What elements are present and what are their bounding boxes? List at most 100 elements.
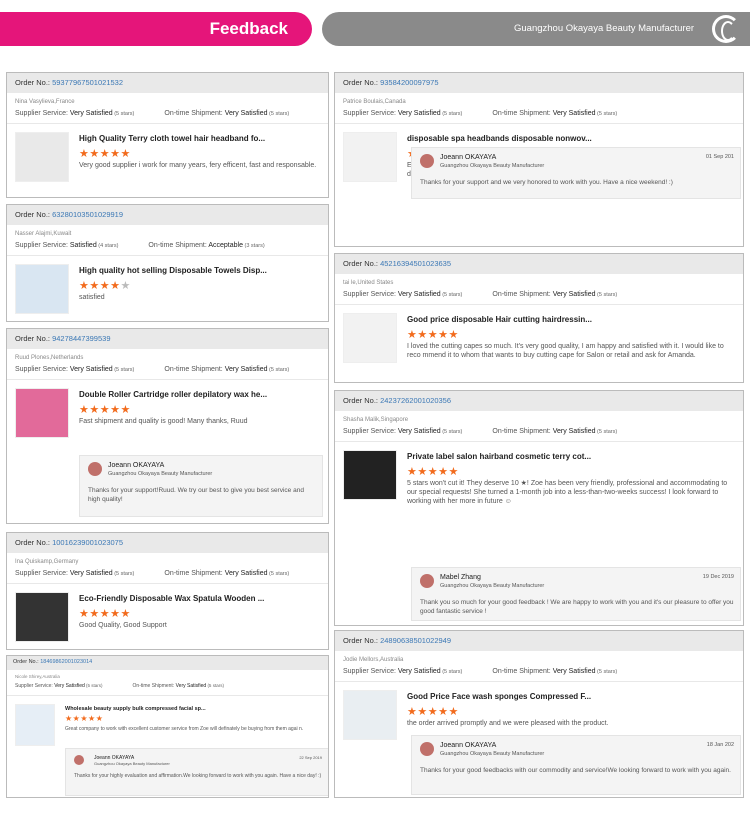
shipment-stars: (5 stars) (267, 367, 290, 373)
star-icon: ★ (88, 714, 96, 723)
product-title-link[interactable]: disposable spa headbands disposable nonw… (407, 134, 592, 143)
product-row: Eco-Friendly Disposable Wax Spatula Wood… (7, 584, 328, 648)
customer-location: tai le,United States (343, 280, 394, 286)
rating-stars: ★★★★★ (79, 403, 131, 416)
product-thumbnail[interactable] (15, 388, 69, 438)
shipment-stars: (5 stars) (595, 669, 618, 675)
shipment-stars: (5 stars) (595, 292, 618, 298)
supplier-label: Supplier Service: (15, 242, 70, 249)
order-number-link[interactable]: 59377967501021532 (52, 78, 123, 87)
service-ratings: Supplier Service: Very Satisfied (5 star… (7, 105, 328, 117)
avatar (420, 742, 434, 756)
star-icon: ★ (110, 280, 121, 292)
reply-author: Joeann OKAYAYA (108, 462, 165, 469)
order-header: Order No.: 18469862001023014 (7, 656, 328, 670)
supplier-rating: Very Satisfied (54, 683, 85, 689)
reply-company: Guangzhou Okayaya Beauty Manufacturer (440, 583, 545, 589)
review-text: 5 stars won't cut it! They deserve 10 ★!… (407, 480, 728, 505)
shipment-rating: Very Satisfied (224, 570, 268, 577)
product-title-link[interactable]: Eco-Friendly Disposable Wax Spatula Wood… (79, 594, 264, 603)
review-text: satisfied (79, 294, 105, 301)
product-row: High Quality Terry cloth towel hair head… (7, 124, 328, 188)
order-header: Order No.: 24890638501022949 (335, 631, 743, 651)
feedback-card: Order No.: 45216394501023635 tai le,Unite… (334, 253, 744, 383)
order-label: Order No.: (15, 538, 53, 547)
reply-text: Thanks for your good feedbacks with our … (420, 767, 731, 774)
star-icon: ★ (448, 329, 459, 341)
star-icon: ★ (65, 714, 73, 723)
reply-company: Guangzhou Okayaya Beauty Manufacturer (440, 751, 545, 757)
product-title-link[interactable]: High quality hot selling Disposable Towe… (79, 266, 267, 275)
product-thumbnail[interactable] (343, 132, 397, 182)
product-thumbnail[interactable] (343, 450, 397, 500)
product-title-link[interactable]: High Quality Terry cloth towel hair head… (79, 134, 265, 143)
supplier-reply: Mabel Zhang Guangzhou Okayaya Beauty Manu… (411, 567, 741, 621)
order-number-link[interactable]: 93584200097975 (380, 78, 438, 87)
product-title-link[interactable]: Good Price Face wash sponges Compressed … (407, 692, 591, 701)
star-icon: ★ (99, 148, 111, 160)
order-label: Order No.: (15, 334, 53, 343)
shipment-stars: (5 stars) (595, 429, 618, 435)
product-thumbnail[interactable] (343, 690, 397, 740)
star-icon: ★ (427, 706, 439, 718)
product-title-link[interactable]: Wholesale beauty supply bulk compressed … (65, 706, 206, 712)
reply-company: Guangzhou Okayaya Beauty Manufacturer (108, 471, 213, 477)
order-number-link[interactable]: 24890638501022949 (380, 636, 451, 645)
order-number-link[interactable]: 10016239001023075 (52, 538, 123, 547)
customer-location: Patrice Boulais,Canada (343, 99, 406, 105)
customer-location: Ina Quiskamp,Germany (15, 559, 79, 565)
star-icon: ★ (438, 329, 449, 341)
product-row: Private label salon hairband cosmetic te… (335, 442, 743, 506)
review-text: Good Quality, Good Support (79, 622, 167, 629)
product-title-link[interactable]: Good price disposable Hair cutting haird… (407, 315, 592, 324)
shipment-label: On-time Shipment: (492, 291, 553, 298)
order-header: Order No.: 63280103501029919 (7, 205, 328, 225)
supplier-stars: (5 stars) (440, 111, 463, 117)
service-ratings: Supplier Service: Very Satisfied (5 star… (7, 679, 328, 689)
reply-author: Joeann OKAYAYA (440, 742, 497, 749)
reply-author: Mabel Zhang (440, 574, 481, 581)
product-thumbnail[interactable] (15, 264, 69, 314)
order-number-link[interactable]: 94278447399539 (52, 334, 110, 343)
rating-stars: ★★★★★ (65, 714, 103, 723)
service-ratings: Supplier Service: Very Satisfied (5 star… (7, 361, 328, 373)
reply-text: Thanks for your support and we very hono… (420, 179, 673, 186)
order-header: Order No.: 59377967501021532 (7, 73, 328, 93)
supplier-rating: Very Satisfied (397, 291, 441, 298)
order-number-link[interactable]: 18469862001023014 (40, 659, 92, 665)
feedback-card: Order No.: 24237262001020356 Shasha Malik… (334, 390, 744, 626)
page-title: Feedback (209, 19, 288, 38)
review-text: the order arrived promptly and we were p… (407, 720, 609, 727)
product-thumbnail[interactable] (343, 313, 397, 363)
shipment-label: On-time Shipment: (164, 570, 225, 577)
star-icon: ★ (407, 329, 418, 341)
product-thumbnail[interactable] (15, 132, 69, 182)
product-title-link[interactable]: Double Roller Cartridge roller depilator… (79, 390, 267, 399)
avatar (420, 574, 434, 588)
order-number-link[interactable]: 24237262001020356 (380, 396, 451, 405)
product-thumbnail[interactable] (15, 704, 55, 746)
service-ratings: Supplier Service: Very Satisfied (5 star… (335, 663, 743, 675)
order-number-link[interactable]: 45216394501023635 (380, 259, 451, 268)
supplier-stars: (5 stars) (84, 683, 103, 688)
company-logo-icon (712, 15, 740, 43)
supplier-rating: Very Satisfied (69, 110, 113, 117)
reply-author: Joeann OKAYAYA (440, 154, 497, 161)
shipment-stars: (5 stars) (267, 111, 290, 117)
shipment-label: On-time Shipment: (148, 242, 209, 249)
feedback-card: Order No.: 59377967501021532 Nina Vasylie… (6, 72, 329, 198)
reply-date: 19 Dec 2019 (702, 574, 734, 580)
feedback-card: Order No.: 10016239001023075 Ina Quiskamp… (6, 532, 329, 650)
avatar (420, 154, 434, 168)
star-icon: ★ (120, 608, 131, 620)
product-title-link[interactable]: Private label salon hairband cosmetic te… (407, 452, 591, 461)
supplier-label: Supplier Service: (15, 110, 70, 117)
star-icon: ★ (407, 706, 418, 718)
star-icon: ★ (427, 329, 439, 341)
customer-location: Nasser Alajmi,Kuwait (15, 231, 72, 237)
product-thumbnail[interactable] (15, 592, 69, 642)
order-number-link[interactable]: 63280103501029919 (52, 210, 123, 219)
rating-stars: ★★★★★ (79, 607, 131, 620)
supplier-stars: (5 stars) (112, 571, 135, 577)
star-icon: ★ (448, 706, 459, 718)
